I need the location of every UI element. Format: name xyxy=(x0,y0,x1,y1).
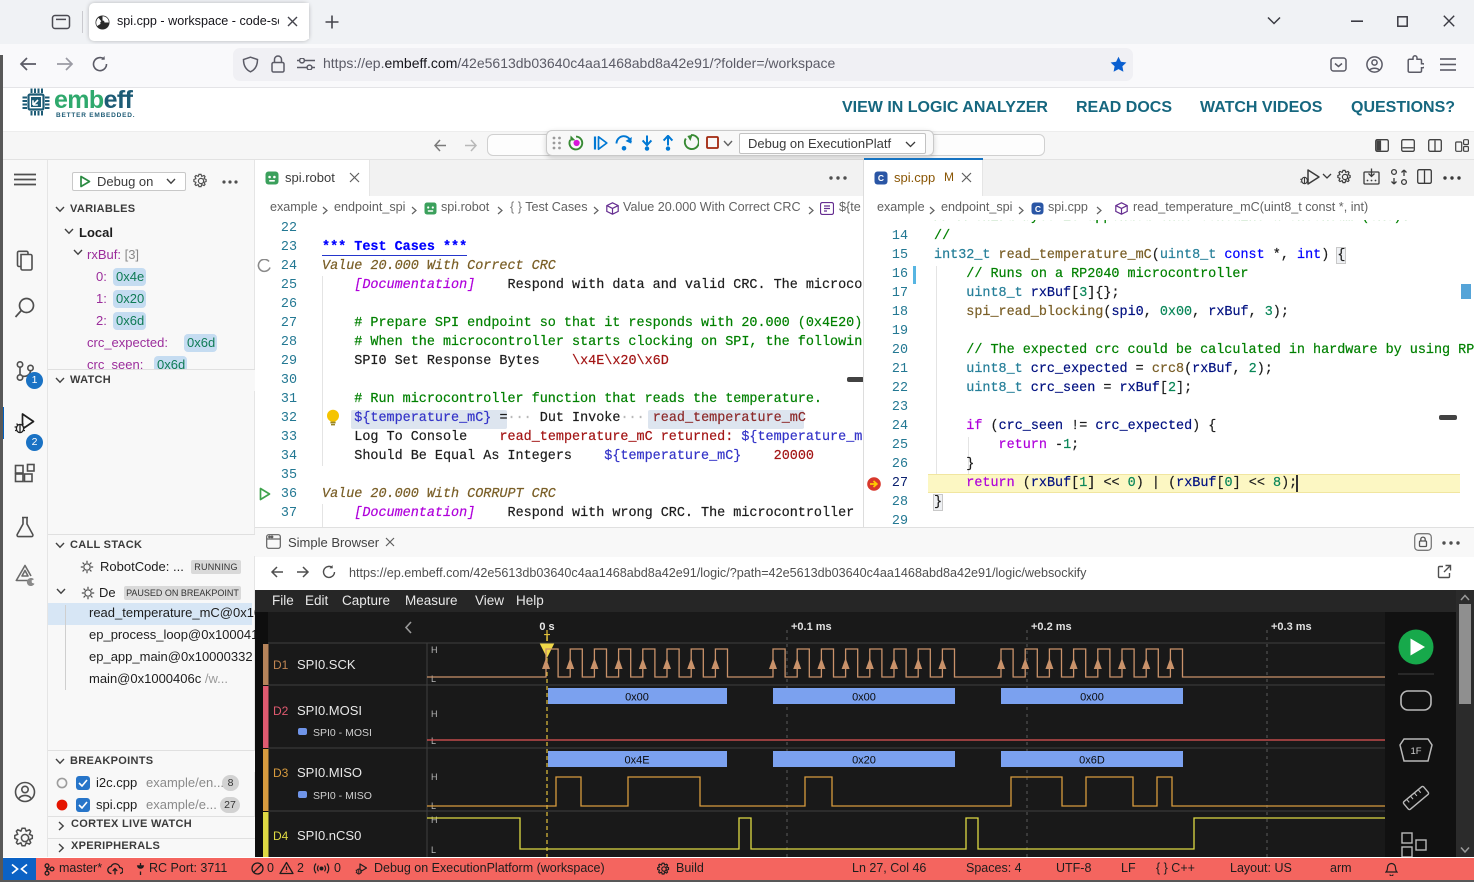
svg-text:+0.1 ms: +0.1 ms xyxy=(791,621,832,633)
svg-text:0x6D: 0x6D xyxy=(1079,755,1105,767)
svg-text:L: L xyxy=(431,674,436,684)
svg-text:L: L xyxy=(431,736,436,746)
svg-text:C: C xyxy=(1035,204,1041,214)
svg-text:L: L xyxy=(431,845,436,855)
svg-text:+0.3 ms: +0.3 ms xyxy=(1271,621,1312,633)
svg-text:H: H xyxy=(431,772,438,782)
svg-text:H: H xyxy=(431,709,438,719)
svg-text:SPI0.MISO: SPI0.MISO xyxy=(297,765,362,780)
svg-text:SPI0 - MOSI: SPI0 - MOSI xyxy=(313,727,372,739)
svg-text:0x00: 0x00 xyxy=(625,692,649,704)
svg-text:D4: D4 xyxy=(273,829,289,843)
svg-text:D1: D1 xyxy=(273,658,289,672)
svg-text:H: H xyxy=(431,645,438,655)
svg-text:+0.2 ms: +0.2 ms xyxy=(1031,621,1072,633)
svg-text:1F: 1F xyxy=(1410,746,1421,757)
svg-text:C: C xyxy=(878,173,884,183)
svg-text:0x20: 0x20 xyxy=(852,755,876,767)
svg-text:D2: D2 xyxy=(273,704,289,718)
svg-text:0x00: 0x00 xyxy=(1080,692,1104,704)
svg-text:0x00: 0x00 xyxy=(852,692,876,704)
svg-text:SPI0 - MISO: SPI0 - MISO xyxy=(313,790,372,802)
svg-text:SPI0.MOSI: SPI0.MOSI xyxy=(297,703,362,718)
svg-text:0x4E: 0x4E xyxy=(624,755,649,767)
svg-text:SPI0.nCS0: SPI0.nCS0 xyxy=(297,828,361,843)
svg-text:H: H xyxy=(431,815,438,825)
svg-text:SPI0.SCK: SPI0.SCK xyxy=(297,657,356,672)
svg-text:D3: D3 xyxy=(273,766,289,780)
